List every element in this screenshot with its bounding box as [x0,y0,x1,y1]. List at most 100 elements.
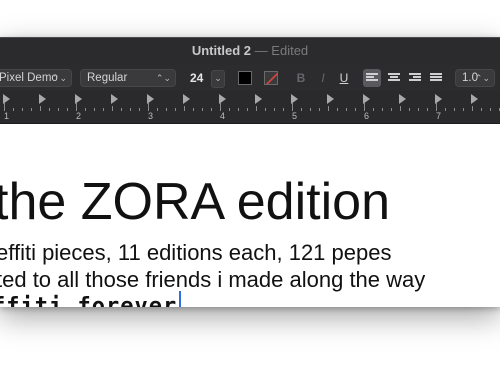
ruler-tick [319,108,320,111]
ruler-tick [22,108,23,111]
text-cursor [179,291,182,307]
edited-status: Edited [271,43,309,58]
italic-button[interactable]: I [316,69,330,87]
ruler-tick [265,108,266,111]
ruler-tick [58,108,59,111]
ruler-tick [40,106,41,111]
line-spacing-popup[interactable]: 1.0 ⌃⌄ [455,69,495,87]
ruler-tick [310,108,311,111]
ruler-tick [418,108,419,111]
font-family-popup[interactable]: Pixel Demo ⌃⌄ [0,69,72,87]
ruler-tick [85,108,86,111]
ruler-tick [355,108,356,111]
window-title: Untitled 2 [191,43,252,58]
no-color-slash-icon [265,72,277,84]
ruler-tick [256,106,257,111]
ruler-tick [292,103,293,111]
ruler-tick [238,108,239,111]
tab-stop-marker[interactable] [471,94,478,104]
underline-button[interactable]: U [337,69,351,87]
ruler-tick [76,103,77,111]
ruler-number: 4 [220,111,226,121]
ruler-tick [202,108,203,111]
ruler-tick [427,108,428,111]
ruler-tick [184,106,185,111]
ruler-tick [211,108,212,111]
align-right-button[interactable] [406,69,424,87]
ruler-number: 6 [364,111,370,121]
tab-stop-marker[interactable] [327,94,334,104]
tab-stop-marker[interactable] [255,94,262,104]
font-size-dropdown-button[interactable]: ⌄ [211,70,225,88]
justify-icon [430,73,442,83]
ruler-tick [337,108,338,111]
ruler-tick [364,103,365,111]
ruler-tick [481,108,482,111]
ruler-tick [301,108,302,111]
ruler-tick [49,108,50,111]
ruler-tick [274,108,275,111]
chevron-updown-icon: ⌃⌄ [51,73,67,83]
ruler-number: 3 [148,111,154,121]
text-editor-window: Untitled 2 — Edited Pixel Demo ⌃⌄ Regula… [0,37,500,307]
ruler-number: 7 [436,111,442,121]
tab-stop-marker[interactable] [399,94,406,104]
align-center-icon [388,73,400,83]
document-body[interactable]: the ZORA edition effiti pieces, 11 editi… [0,124,500,307]
align-left-button[interactable] [363,69,381,87]
tab-stop-marker[interactable] [111,94,118,104]
ruler-tick [382,108,383,111]
ruler-tick [220,103,221,111]
ruler-tick [472,106,473,111]
ruler-tick [328,106,329,111]
ruler-tick [229,108,230,111]
ruler-tick [139,108,140,111]
ruler-tick [454,108,455,111]
ruler-tick [4,103,5,111]
ruler-number: 5 [292,111,298,121]
ruler-tick [400,106,401,111]
ruler-tick [175,108,176,111]
text-color-swatch[interactable] [238,71,252,85]
ruler-tick [409,108,410,111]
ruler-tick [103,108,104,111]
ruler: 1 2 3 4 5 6 7 [0,91,500,124]
misspelled-word: ffiti [0,294,64,307]
font-style-value: Regular [87,72,128,84]
title-separator: — [254,43,268,58]
ruler-tick [121,108,122,111]
body-line-1: effiti pieces, 11 editions each, 121 pep… [0,240,392,265]
ruler-tick [112,106,113,111]
tab-stop-marker[interactable] [39,94,46,104]
title-bar: Untitled 2 — Edited [0,37,500,65]
chevron-updown-icon: ⌃⌄ [474,73,490,83]
ruler-tick [31,108,32,111]
ruler-tick [391,108,392,111]
ruler-number: 1 [4,111,10,121]
highlight-color-none-swatch[interactable] [264,71,278,85]
font-style-popup[interactable]: Regular ⌃⌄ [80,69,176,87]
tab-stop-marker[interactable] [183,94,190,104]
ruler-tick [148,103,149,111]
justify-button[interactable] [427,69,445,87]
body-line-3: ffiti forever [0,291,182,307]
bold-button[interactable]: B [294,69,308,87]
ruler-tick [346,108,347,111]
ruler-tick [436,103,437,111]
body-line-2: ted to all those friends i made along th… [0,267,426,292]
font-size-input[interactable]: 24 [190,69,210,87]
ruler-tick [193,108,194,111]
ruler-tick [13,108,14,111]
ruler-tick [130,108,131,111]
align-right-icon [409,73,421,83]
chevron-down-icon: ⌄ [214,73,222,83]
chevron-updown-icon: ⌃⌄ [155,73,171,83]
ruler-number: 2 [76,111,82,121]
ruler-tick [283,108,284,111]
ruler-tick [490,108,491,111]
tab-stops [0,94,500,104]
align-center-button[interactable] [385,69,403,87]
align-left-icon [366,73,378,83]
ruler-tick [67,108,68,111]
heading-text: the ZORA edition [0,173,390,231]
